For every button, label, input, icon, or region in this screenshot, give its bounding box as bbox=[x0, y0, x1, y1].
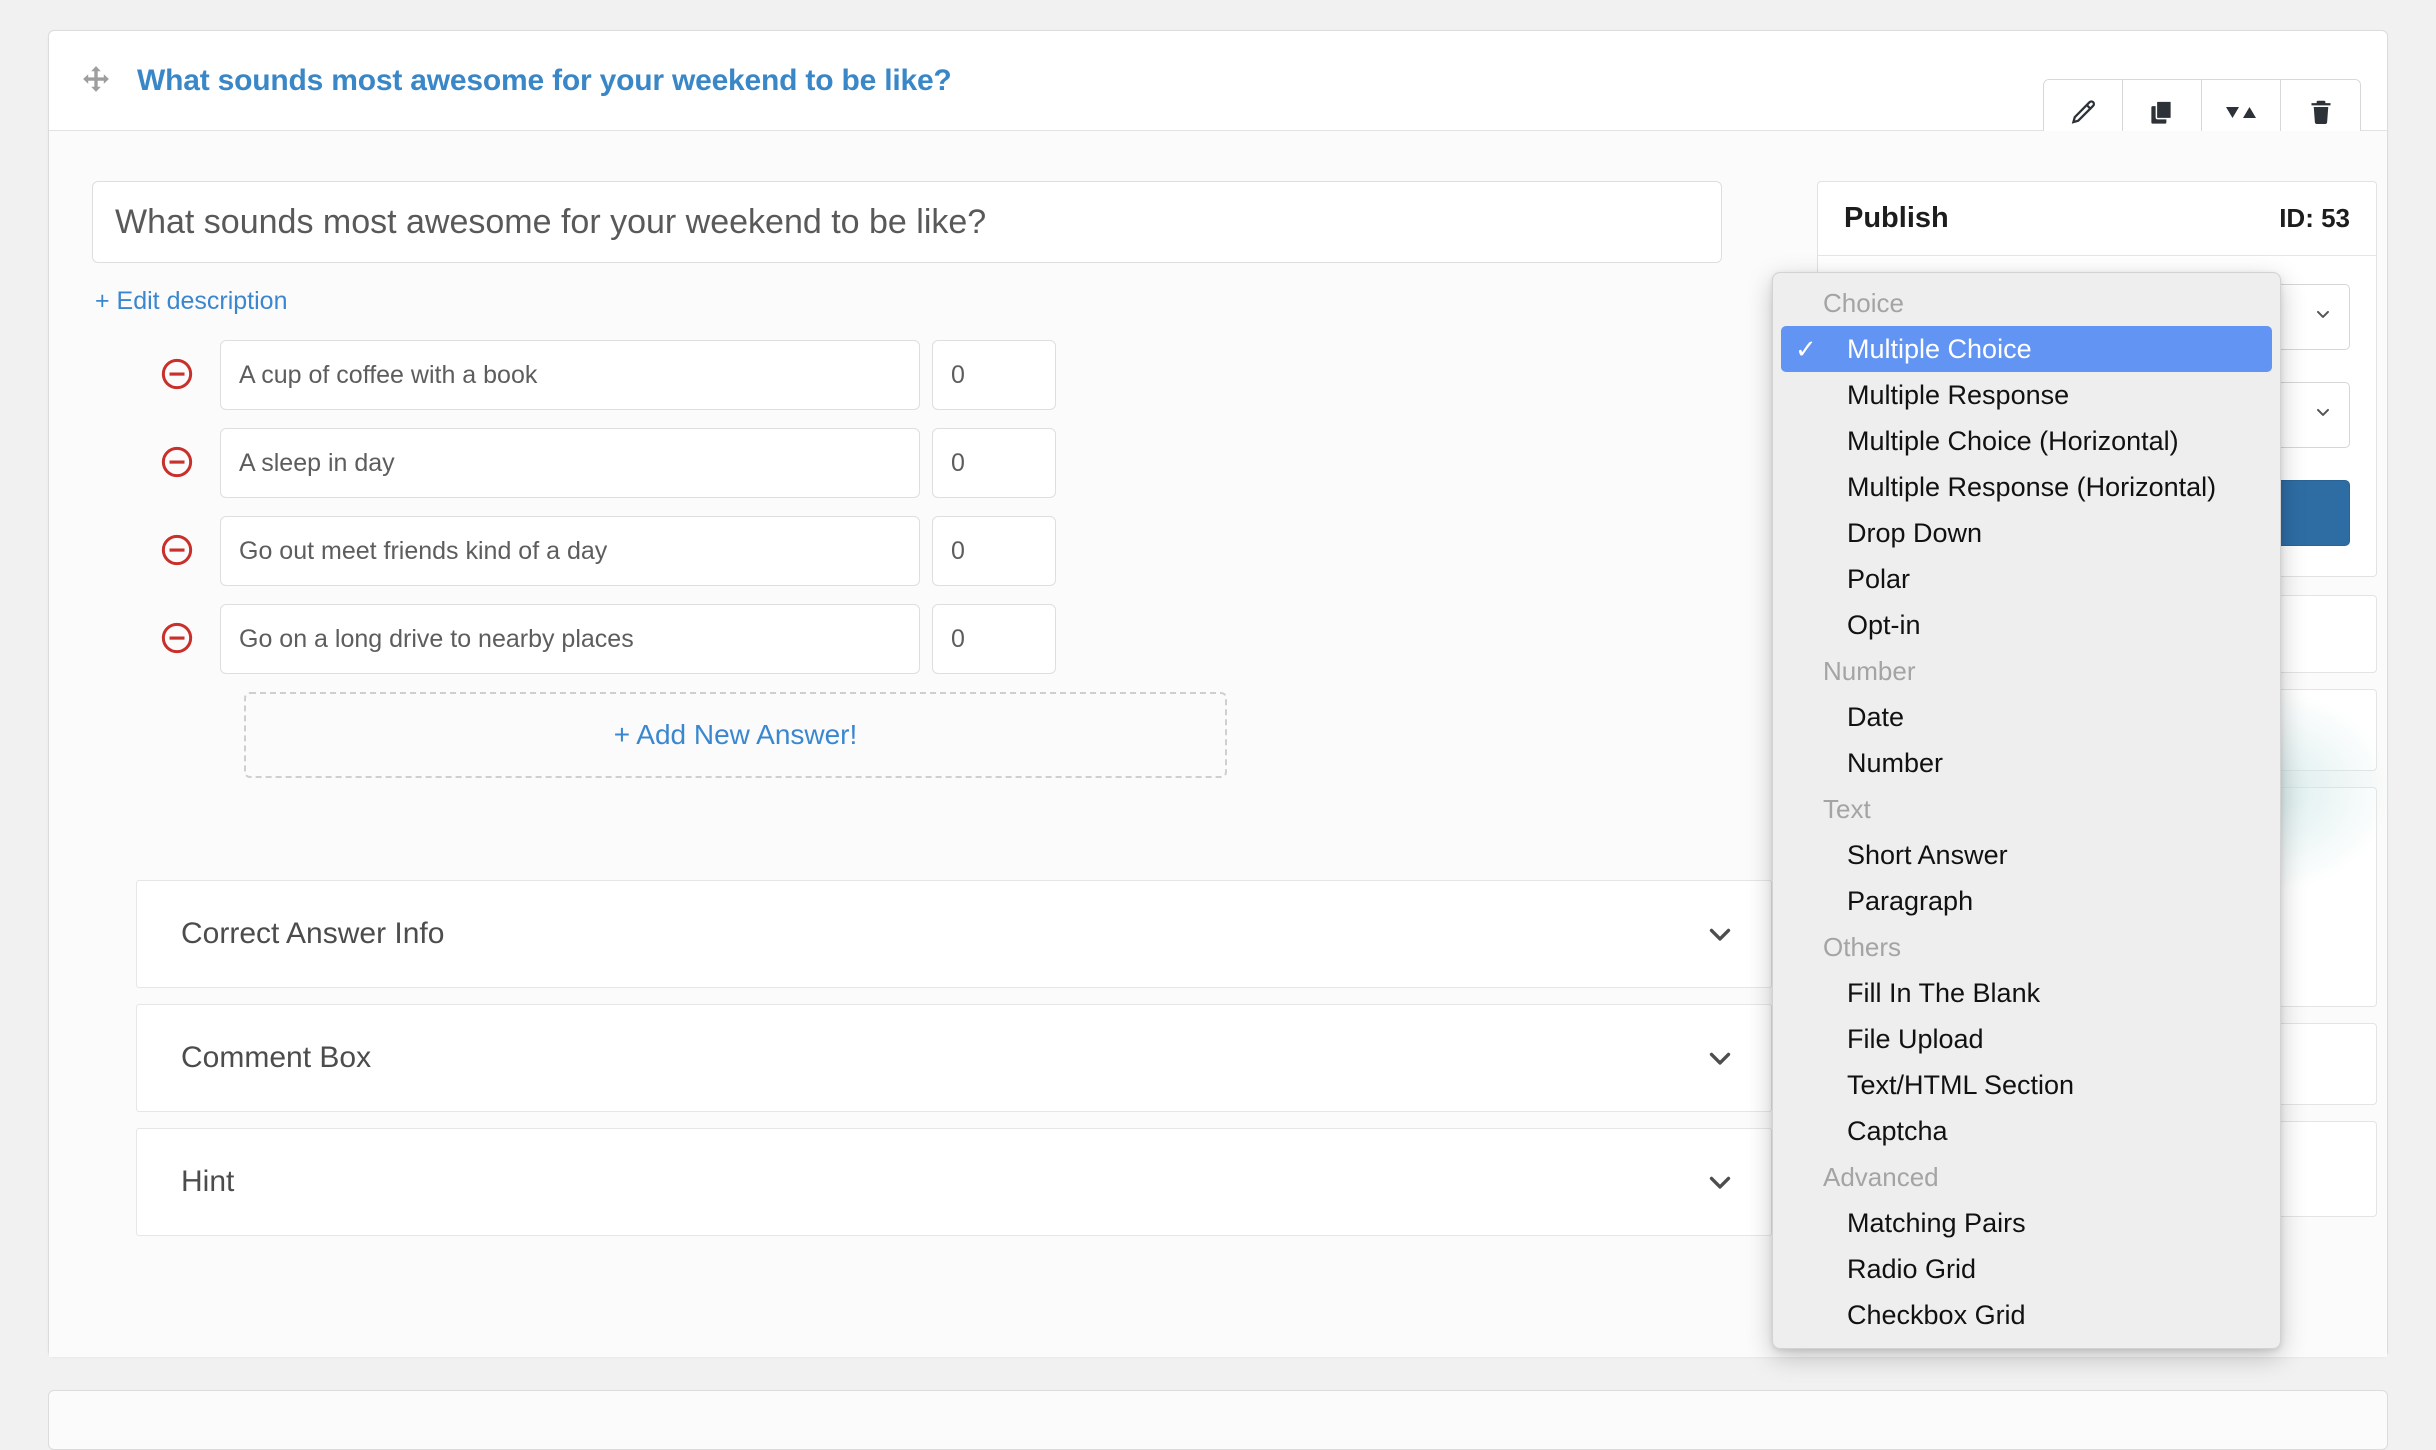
chevron-down-icon bbox=[1703, 917, 1737, 951]
sort-arrows-icon bbox=[2224, 102, 2258, 124]
answers-list: + Add New Answer! bbox=[92, 340, 1772, 778]
dropdown-option-date[interactable]: Date bbox=[1773, 694, 2280, 740]
question-card-header: What sounds most awesome for your weeken… bbox=[49, 31, 2387, 147]
dropdown-option-label: Radio Grid bbox=[1847, 1254, 1977, 1284]
question-id-badge: ID: 53 bbox=[2279, 203, 2350, 233]
dropdown-option-captcha[interactable]: Captcha bbox=[1773, 1108, 2280, 1154]
copy-icon bbox=[2147, 98, 2177, 128]
dropdown-option-label: File Upload bbox=[1847, 1024, 1984, 1054]
dropdown-option-number[interactable]: Number bbox=[1773, 740, 2280, 786]
dropdown-option-label: Multiple Response (Horizontal) bbox=[1847, 472, 2217, 502]
dropdown-option-label: Date bbox=[1847, 702, 1905, 732]
question-title-input[interactable] bbox=[92, 181, 1722, 263]
accordion-correct-answer-info[interactable]: Correct Answer Info bbox=[136, 880, 1772, 988]
publish-panel-title: Publish bbox=[1844, 202, 1949, 234]
answer-text-input[interactable] bbox=[220, 516, 920, 586]
answer-text-input[interactable] bbox=[220, 340, 920, 410]
check-icon: ✓ bbox=[1795, 334, 1817, 364]
edit-description-link[interactable]: + Edit description bbox=[95, 287, 287, 316]
pencil-icon bbox=[2067, 97, 2099, 129]
arrows-move-icon[interactable] bbox=[69, 54, 123, 108]
accordion-label: Comment Box bbox=[181, 1041, 372, 1074]
answer-text-input[interactable] bbox=[220, 604, 920, 674]
dropdown-option-multiple-response[interactable]: Multiple Response bbox=[1773, 372, 2280, 418]
dropdown-option-paragraph[interactable]: Paragraph bbox=[1773, 878, 2280, 924]
dropdown-option-label: Text/HTML Section bbox=[1847, 1070, 2075, 1100]
dropdown-option-label: Short Answer bbox=[1847, 840, 2008, 870]
accordion-hint[interactable]: Hint bbox=[136, 1128, 1772, 1236]
dropdown-option-file-upload[interactable]: File Upload bbox=[1773, 1016, 2280, 1062]
dropdown-option-opt-in[interactable]: Opt-in bbox=[1773, 602, 2280, 648]
answer-row bbox=[92, 340, 1772, 410]
remove-answer-button[interactable] bbox=[154, 616, 200, 662]
answer-score-input[interactable] bbox=[932, 604, 1056, 674]
dropdown-option-text-html-section[interactable]: Text/HTML Section bbox=[1773, 1062, 2280, 1108]
question-type-dropdown-menu[interactable]: Choice ✓ Multiple Choice Multiple Respon… bbox=[1772, 272, 2281, 1349]
page-title: What sounds most awesome for your weeken… bbox=[137, 63, 952, 97]
dropdown-option-drop-down[interactable]: Drop Down bbox=[1773, 510, 2280, 556]
dropdown-option-matching-pairs[interactable]: Matching Pairs bbox=[1773, 1200, 2280, 1246]
add-new-answer-button[interactable]: + Add New Answer! bbox=[244, 692, 1227, 778]
publish-panel-header: Publish ID: 53 bbox=[1818, 182, 2376, 256]
answer-row bbox=[92, 428, 1772, 498]
chevron-down-icon bbox=[2313, 401, 2333, 429]
minus-circle-icon bbox=[159, 356, 195, 395]
dropdown-option-label: Multiple Choice bbox=[1847, 334, 2032, 364]
dropdown-option-label: Captcha bbox=[1847, 1116, 1948, 1146]
dropdown-option-label: Multiple Response bbox=[1847, 380, 2070, 410]
dropdown-group-label: Advanced bbox=[1823, 1162, 1939, 1192]
dropdown-option-fill-in-the-blank[interactable]: Fill In The Blank bbox=[1773, 970, 2280, 1016]
dropdown-option-polar[interactable]: Polar bbox=[1773, 556, 2280, 602]
chevron-down-icon bbox=[2313, 303, 2333, 331]
dropdown-group-label: Choice bbox=[1823, 288, 1904, 318]
dropdown-option-label: Paragraph bbox=[1847, 886, 1974, 916]
remove-answer-button[interactable] bbox=[154, 352, 200, 398]
dropdown-option-label: Multiple Choice (Horizontal) bbox=[1847, 426, 2179, 456]
dropdown-option-label: Checkbox Grid bbox=[1847, 1300, 2026, 1330]
dropdown-group-label: Number bbox=[1823, 656, 1916, 686]
dropdown-option-label: Number bbox=[1847, 748, 1944, 778]
dropdown-option-label: Matching Pairs bbox=[1847, 1208, 2026, 1238]
answer-score-input[interactable] bbox=[932, 516, 1056, 586]
dropdown-option-multiple-response-horizontal[interactable]: Multiple Response (Horizontal) bbox=[1773, 464, 2280, 510]
dropdown-option-label: Opt-in bbox=[1847, 610, 1921, 640]
dropdown-option-multiple-choice[interactable]: ✓ Multiple Choice bbox=[1781, 326, 2272, 372]
minus-circle-icon bbox=[159, 444, 195, 483]
question-editor-column: + Edit description bbox=[92, 181, 1772, 1252]
remove-answer-button[interactable] bbox=[154, 440, 200, 486]
next-question-card bbox=[48, 1390, 2388, 1450]
dropdown-option-label: Polar bbox=[1847, 564, 1911, 594]
accordion-comment-box[interactable]: Comment Box bbox=[136, 1004, 1772, 1112]
minus-circle-icon bbox=[159, 532, 195, 571]
dropdown-group-label: Others bbox=[1823, 932, 1902, 962]
dropdown-option-short-answer[interactable]: Short Answer bbox=[1773, 832, 2280, 878]
trash-icon bbox=[2306, 98, 2336, 128]
chevron-down-icon bbox=[1703, 1165, 1737, 1199]
dropdown-option-label: Drop Down bbox=[1847, 518, 1983, 548]
dropdown-option-multiple-choice-horizontal[interactable]: Multiple Choice (Horizontal) bbox=[1773, 418, 2280, 464]
minus-circle-icon bbox=[159, 620, 195, 659]
editor-accordions: Correct Answer Info Comment Box Hint bbox=[136, 880, 1772, 1236]
accordion-label: Correct Answer Info bbox=[181, 917, 445, 950]
answer-row bbox=[92, 604, 1772, 674]
answer-score-input[interactable] bbox=[932, 340, 1056, 410]
dropdown-group-label: Text bbox=[1823, 794, 1871, 824]
answer-score-input[interactable] bbox=[932, 428, 1056, 498]
chevron-down-icon bbox=[1703, 1041, 1737, 1075]
dropdown-option-checkbox-grid[interactable]: Checkbox Grid bbox=[1773, 1292, 2280, 1338]
answer-row bbox=[92, 516, 1772, 586]
remove-answer-button[interactable] bbox=[154, 528, 200, 574]
accordion-label: Hint bbox=[181, 1165, 235, 1198]
dropdown-option-label: Fill In The Blank bbox=[1847, 978, 2041, 1008]
dropdown-option-radio-grid[interactable]: Radio Grid bbox=[1773, 1246, 2280, 1292]
answer-text-input[interactable] bbox=[220, 428, 920, 498]
